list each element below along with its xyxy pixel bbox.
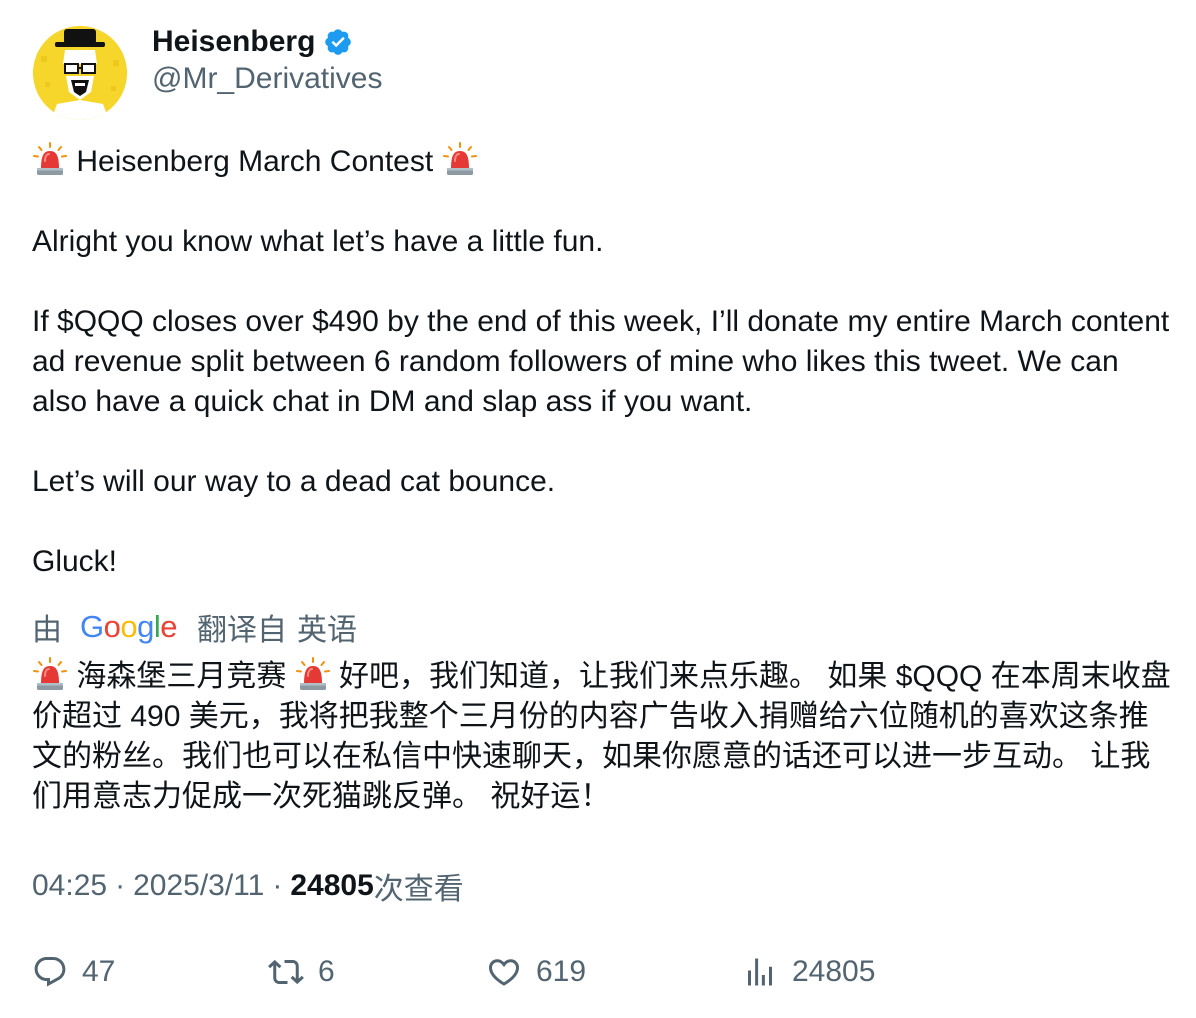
author-handle[interactable]: @Mr_Derivatives bbox=[152, 62, 383, 96]
avatar[interactable] bbox=[33, 26, 127, 120]
siren-icon bbox=[32, 141, 68, 177]
tweet-paragraph: If $QQQ closes over $490 by the end of t… bbox=[32, 305, 1170, 418]
like-button[interactable]: 619 bbox=[486, 950, 586, 994]
tweet-meta: 04:25 · 2025/3/11 · 24805 次查看 bbox=[32, 864, 464, 908]
heisenberg-avatar-icon bbox=[33, 26, 127, 120]
siren-icon bbox=[442, 141, 478, 177]
translated-from-label[interactable]: 翻译自 bbox=[197, 605, 287, 649]
translated-text: 海森堡三月竞赛 好吧，我们知道，让我们来点乐趣。 如果 $QQQ 在本周末收盘价… bbox=[32, 656, 1172, 817]
siren-icon bbox=[32, 656, 68, 692]
bar-chart-icon bbox=[748, 958, 772, 986]
tweet-time[interactable]: 04:25 bbox=[32, 869, 107, 903]
source-language[interactable]: 英语 bbox=[297, 605, 357, 649]
heart-icon bbox=[488, 959, 520, 986]
retweet-button[interactable]: 6 bbox=[268, 950, 335, 994]
retweet-icon bbox=[268, 959, 304, 985]
tweet-paragraph: Let’s will our way to a dead cat bounce. bbox=[32, 465, 556, 498]
meta-separator: · bbox=[272, 869, 283, 902]
tweet-paragraph: Alright you know what let’s have a littl… bbox=[32, 225, 604, 258]
views-button[interactable]: 24805 bbox=[742, 950, 875, 994]
siren-icon bbox=[295, 656, 331, 692]
tweet-title-line: Heisenberg March Contest bbox=[32, 141, 1172, 182]
author-display-name[interactable]: Heisenberg bbox=[152, 25, 315, 59]
translated-by-label: 由 bbox=[32, 614, 62, 647]
tweet-date[interactable]: 2025/3/11 bbox=[133, 869, 264, 903]
meta-separator: · bbox=[115, 869, 126, 902]
reply-icon bbox=[34, 957, 66, 987]
author-name-row: Heisenberg bbox=[152, 22, 353, 62]
translation-attribution: 由 Google 翻译自 英语 bbox=[32, 607, 357, 647]
translated-title: 海森堡三月竞赛 bbox=[76, 660, 287, 693]
retweet-count: 6 bbox=[318, 955, 335, 988]
tweet-title: Heisenberg March Contest bbox=[76, 145, 434, 178]
views-action-count: 24805 bbox=[792, 955, 876, 988]
verified-badge-icon bbox=[325, 29, 352, 55]
reply-count: 47 bbox=[82, 955, 116, 988]
like-count: 619 bbox=[536, 955, 587, 988]
google-logo: Google bbox=[80, 609, 178, 644]
tweet: Heisenberg @Mr_Derivatives Heisenberg Ma… bbox=[0, 0, 1196, 1018]
reply-button[interactable]: 47 bbox=[32, 950, 115, 994]
views-label: 次查看 bbox=[373, 873, 464, 906]
tweet-text: Heisenberg March Contest Alright you kno… bbox=[32, 141, 1172, 582]
tweet-paragraph: Gluck! bbox=[32, 545, 118, 578]
views-count[interactable]: 24805 bbox=[290, 869, 373, 903]
tweet-actions: 47 6 619 24805 bbox=[0, 950, 1196, 994]
